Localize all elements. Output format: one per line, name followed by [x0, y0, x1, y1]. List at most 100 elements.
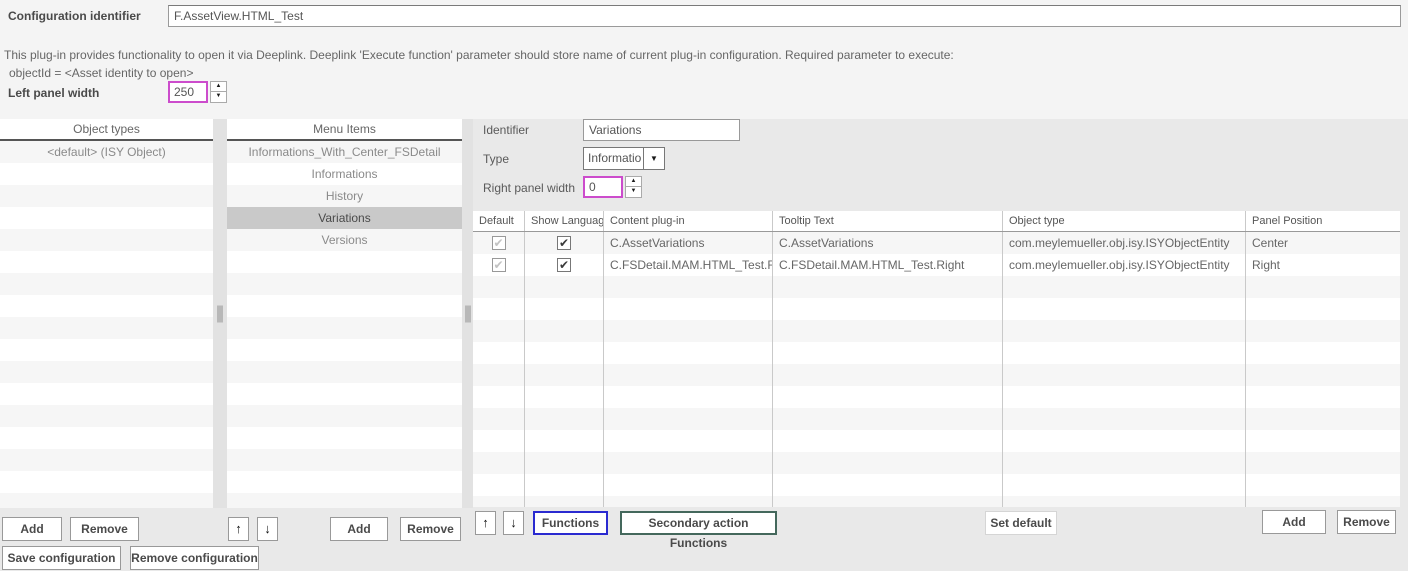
- table-cell-empty: [473, 364, 525, 386]
- table-cell-empty: [525, 276, 604, 298]
- menu-item-move-up-button[interactable]: ↑: [228, 517, 249, 541]
- menu-item-move-down-button[interactable]: ↓: [257, 517, 278, 541]
- table-cell-empty: [1246, 452, 1400, 474]
- identifier-input[interactable]: [583, 119, 740, 141]
- list-item[interactable]: Informations: [227, 163, 462, 185]
- save-configuration-button[interactable]: Save configuration: [2, 546, 121, 570]
- list-item[interactable]: History: [227, 185, 462, 207]
- column-header: Default: [473, 211, 525, 231]
- table-row-empty: [473, 320, 1400, 342]
- content-plugin-table: Default Show Language Content plug-in Toolt…: [473, 211, 1400, 507]
- table-row-empty: [473, 298, 1400, 320]
- default-checkbox: ✔: [491, 236, 506, 250]
- menu-items-remove-button[interactable]: Remove: [400, 517, 461, 541]
- show-language-checkbox[interactable]: ✔: [557, 236, 571, 250]
- list-row-empty: [0, 207, 213, 229]
- list-item[interactable]: Variations: [227, 207, 462, 229]
- table-add-button[interactable]: Add: [1262, 510, 1326, 534]
- menu-items-add-button[interactable]: Add: [330, 517, 388, 541]
- table-cell-empty: [1003, 386, 1246, 408]
- table-cell-empty: [604, 320, 773, 342]
- spin-up-icon[interactable]: ▲: [210, 81, 227, 92]
- list-row-empty: [227, 493, 462, 508]
- table-cell-empty: [1003, 452, 1246, 474]
- table-cell-empty: [525, 320, 604, 342]
- default-checkbox-cell: ✔: [473, 254, 525, 276]
- deeplink-description-line1: This plug-in provides functionality to o…: [4, 48, 954, 62]
- table-cell-empty: [1003, 276, 1246, 298]
- table-cell-empty: [773, 298, 1003, 320]
- table-cell-empty: [1003, 408, 1246, 430]
- set-default-button[interactable]: Set default: [985, 511, 1057, 535]
- right-panel-width-stepper: ▲ ▼: [625, 176, 642, 198]
- left-panel-width-input[interactable]: [168, 81, 208, 103]
- list-item[interactable]: <default> (ISY Object): [0, 141, 213, 163]
- type-label: Type: [483, 152, 510, 166]
- configuration-identifier-label: Configuration identifier: [8, 9, 141, 23]
- remove-configuration-button[interactable]: Remove configuration: [130, 546, 259, 570]
- table-cell: com.meylemueller.obj.isy.ISYObjectEntity: [1003, 232, 1246, 254]
- list-row-empty: [227, 273, 462, 295]
- table-cell-empty: [604, 298, 773, 320]
- table-cell-empty: [525, 386, 604, 408]
- configuration-identifier-input[interactable]: [168, 5, 1401, 27]
- table-row-empty: [473, 342, 1400, 364]
- list-row-empty: [0, 273, 213, 295]
- table-cell-empty: [525, 474, 604, 496]
- list-row-empty: [227, 295, 462, 317]
- column-header: Content plug-in: [604, 211, 773, 231]
- chevron-down-icon: ▼: [643, 148, 664, 169]
- table-cell-empty: [525, 430, 604, 452]
- list-row-empty: [227, 339, 462, 361]
- table-cell-empty: [1246, 430, 1400, 452]
- right-panel-width-input[interactable]: [583, 176, 623, 198]
- table-cell-empty: [1246, 496, 1400, 507]
- default-checkbox-cell: ✔: [473, 232, 525, 254]
- list-row-empty: [0, 163, 213, 185]
- list-row-empty: [0, 229, 213, 251]
- table-cell-empty: [473, 342, 525, 364]
- splitter-handle[interactable]: [213, 119, 227, 508]
- column-header: Panel Position: [1252, 215, 1323, 227]
- spin-up-icon[interactable]: ▲: [625, 176, 642, 187]
- table-cell-empty: [773, 364, 1003, 386]
- object-types-add-button[interactable]: Add: [2, 517, 62, 541]
- object-types-header: Object types: [0, 119, 213, 141]
- list-row-empty: [227, 251, 462, 273]
- list-row-empty: [0, 427, 213, 449]
- column-header: Tooltip Text: [773, 211, 1003, 231]
- table-row[interactable]: ✔ ✔ C.FSDetail.MAM.HTML_Test.RightC.FSDeta…: [473, 254, 1400, 276]
- table-cell: com.meylemueller.obj.isy.ISYObjectEntity: [1003, 254, 1246, 276]
- table-cell-empty: [604, 342, 773, 364]
- table-cell-empty: [525, 298, 604, 320]
- show-language-checkbox[interactable]: ✔: [557, 258, 571, 272]
- table-cell-empty: [1003, 474, 1246, 496]
- table-row-move-up-button[interactable]: ↑: [475, 511, 496, 535]
- object-types-remove-button[interactable]: Remove: [70, 517, 139, 541]
- table-remove-button[interactable]: Remove: [1337, 510, 1396, 534]
- list-item[interactable]: Informations_With_Center_FSDetail: [227, 141, 462, 163]
- type-dropdown[interactable]: Information ▼: [583, 147, 665, 170]
- list-row-empty: [227, 405, 462, 427]
- table-row[interactable]: ✔ ✔ C.AssetVariations C.AssetVariations com.…: [473, 232, 1400, 254]
- table-cell-empty: [1246, 474, 1400, 496]
- table-cell-empty: [773, 320, 1003, 342]
- table-row-empty: [473, 408, 1400, 430]
- table-cell: Right: [1252, 258, 1281, 272]
- list-item[interactable]: Versions: [227, 229, 462, 251]
- table-cell-empty: [1003, 496, 1246, 507]
- functions-button[interactable]: Functions: [533, 511, 608, 535]
- list-row-empty: [0, 185, 213, 207]
- table-row-move-down-button[interactable]: ↓: [503, 511, 524, 535]
- table-cell-empty: [604, 364, 773, 386]
- table-cell-empty: [473, 408, 525, 430]
- table-cell-empty: [473, 276, 525, 298]
- table-cell-empty: [525, 496, 604, 507]
- spin-down-icon[interactable]: ▼: [210, 92, 227, 103]
- list-row-empty: [0, 339, 213, 361]
- table-cell: C.FSDetail.MAM.HTML_Test.Right: [604, 254, 773, 276]
- splitter-handle[interactable]: [462, 119, 473, 508]
- spin-down-icon[interactable]: ▼: [625, 187, 642, 198]
- secondary-action-functions-button[interactable]: Secondary action Functions: [620, 511, 777, 550]
- table-cell-empty: [1246, 320, 1400, 342]
